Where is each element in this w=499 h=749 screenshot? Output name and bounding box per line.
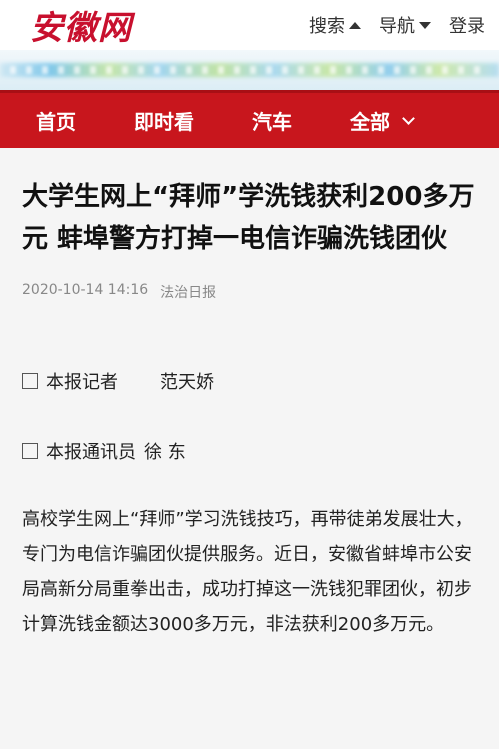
nav-label: 导航 [379, 16, 415, 37]
nav-tab-auto[interactable]: 汽车 [252, 106, 292, 135]
site-logo[interactable]: 安徽网 [30, 1, 132, 49]
triangle-down-icon [419, 21, 431, 29]
search-label: 搜索 [309, 16, 345, 37]
article-title: 大学生网上“拜师”学洗钱获利200多万元 蚌埠警方打掉一电信诈骗洗钱团伙 [22, 182, 475, 254]
top-actions: 搜索 导航 登录 [309, 12, 485, 38]
nav-menu-button[interactable]: 导航 [379, 12, 431, 38]
nav-tab-label: 全部 [350, 110, 390, 134]
login-label: 登录 [449, 16, 485, 37]
nav-tab-label: 首页 [36, 110, 76, 134]
nav-tab-label: 汽车 [252, 110, 292, 134]
ad-banner-pattern [10, 66, 489, 74]
chevron-down-icon [402, 111, 415, 125]
top-bar: 安徽网 搜索 导航 登录 [0, 0, 499, 50]
article: 大学生网上“拜师”学洗钱获利200多万元 蚌埠警方打掉一电信诈骗洗钱团伙 202… [0, 148, 499, 642]
byline-correspondent: 本报通讯员 徐 东 [22, 438, 477, 464]
login-button[interactable]: 登录 [449, 12, 485, 38]
nav-tab-all[interactable]: 全部 [350, 106, 415, 135]
article-paragraph: 高校学生网上“拜师”学习洗钱技巧，再带徒弟发展壮大，专门为电信诈骗团伙提供服务。… [22, 509, 473, 635]
byline-reporter: 本报记者 范天娇 [22, 368, 477, 394]
byline-role: 本报通讯员 [46, 442, 136, 463]
search-button[interactable]: 搜索 [309, 12, 361, 38]
nav-tab-label: 即时看 [134, 110, 194, 134]
byline-name: 范天娇 [160, 372, 214, 393]
empty-box-icon [22, 373, 38, 389]
byline-name: 徐 东 [144, 442, 186, 463]
nav-tab-instant[interactable]: 即时看 [134, 106, 194, 135]
article-meta: 2020-10-14 14:16 法治日报 [22, 282, 477, 302]
byline-role: 本报记者 [46, 372, 118, 393]
ad-banner[interactable] [0, 50, 499, 90]
nav-tab-home[interactable]: 首页 [36, 106, 76, 135]
empty-box-icon [22, 443, 38, 459]
main-nav: 首页 即时看 汽车 全部 [0, 90, 499, 148]
article-source[interactable]: 法治日报 [160, 282, 216, 302]
article-date: 2020-10-14 14:16 [22, 282, 149, 298]
triangle-up-icon [349, 21, 361, 29]
